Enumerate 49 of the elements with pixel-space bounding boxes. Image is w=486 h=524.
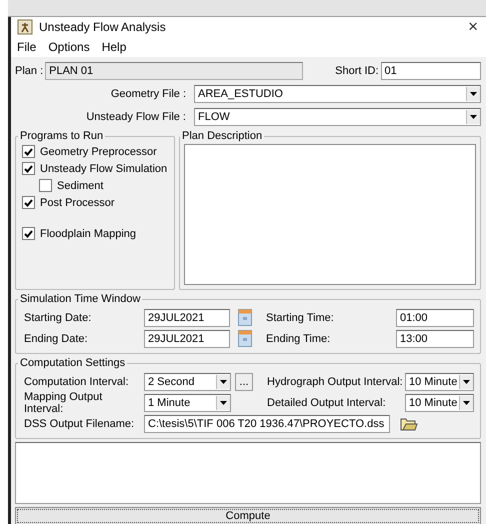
checkbox[interactable] [39,179,52,192]
plan-label: Plan : [15,65,44,77]
checkbox-label: Unsteady Flow Simulation [40,162,168,174]
window-title: Unsteady Flow Analysis [39,20,167,34]
more-button[interactable]: ... [235,372,253,390]
checkbox[interactable] [22,227,35,240]
checkbox[interactable] [22,145,35,158]
short-id-field[interactable]: 01 [380,62,481,80]
checkbox[interactable] [22,162,35,175]
interval-label: Mapping Output Interval: [23,390,104,414]
group-title: Plan Description [181,130,264,142]
dss-filename-field[interactable]: C:\tesis\5\TIF 006 T20 1936.47\PROYECTO.dss [144,414,390,432]
interval-dropdown[interactable]: 10 Minute [405,372,474,390]
checkbox-label: Geometry Preprocessor [40,146,157,158]
menu-item[interactable]: File [17,40,36,55]
interval-dropdown[interactable]: 1 Minute [144,394,231,412]
close-button[interactable]: × [466,18,480,36]
file-dropdown[interactable]: AREA_ESTUDIO [194,85,481,103]
menu-item[interactable]: Options [48,40,90,55]
figure-icon [17,19,33,36]
checkbox[interactable] [22,196,35,209]
dss-filename-label: DSS Output Filename: [23,418,136,430]
compute-button[interactable]: Compute [15,507,481,524]
group-title: Computation Settings [19,357,126,369]
time-field[interactable]: 13:00 [396,330,474,348]
interval-label: Hydrograph Output Interval: [266,376,404,388]
plan-field[interactable]: PLAN 01 [45,62,304,80]
time-field[interactable]: 01:00 [396,308,474,326]
interval-dropdown[interactable]: 2 Second [144,372,231,390]
date-label: Ending Date: [23,332,89,344]
folder-icon[interactable] [400,416,418,431]
checkbox-label: Floodplain Mapping [40,228,136,240]
group-title: Programs to Run [19,130,104,142]
interval-label: Computation Interval: [23,376,130,388]
time-label: Starting Time: [266,312,335,324]
checkbox-label: Sediment [57,180,104,192]
file-label: Geometry File : [110,88,187,100]
short-id-label: Short ID: [335,65,379,77]
time-label: Ending Time: [266,332,332,344]
checkbox-label: Post Processor [40,196,115,208]
file-dropdown[interactable]: FLOW [194,108,481,126]
menu-item[interactable]: Help [102,40,126,55]
date-field[interactable]: 29JUL2021 [144,330,230,348]
interval-label: Detailed Output Interval: [266,396,387,408]
interval-dropdown[interactable]: 10 Minute [405,394,474,412]
date-field[interactable]: 29JUL2021 [144,308,230,326]
date-label: Starting Date: [23,312,92,324]
file-label: Unsteady Flow File : [85,111,187,123]
group-title: Simulation Time Window [19,293,142,305]
